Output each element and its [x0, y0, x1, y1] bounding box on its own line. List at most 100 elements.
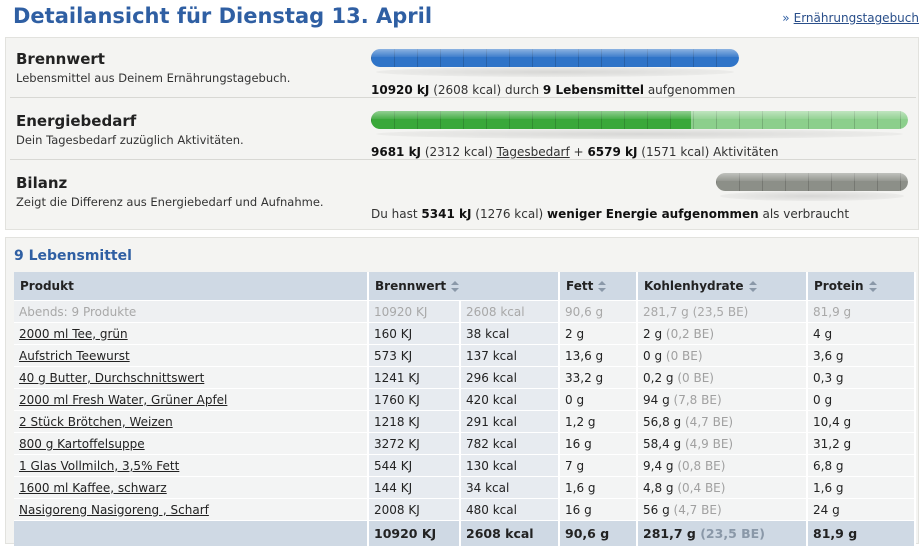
diary-link-text[interactable]: Ernährungstagebuch	[794, 11, 919, 25]
foods-title: 9 Lebensmittel	[14, 248, 132, 264]
column-header-kohlenhydrate[interactable]: Kohlenhydrate	[637, 272, 807, 301]
food-protein: 1,6 g	[807, 477, 915, 499]
total-kh: 281,7 g (23,5 BE)	[637, 521, 807, 546]
food-be: (0 BE)	[677, 371, 714, 385]
sort-icon	[451, 281, 459, 292]
food-kj: 1241 KJ	[368, 367, 460, 389]
food-kcal: 420 kcal	[460, 389, 559, 411]
food-kh: 0,2 g (0 BE)	[637, 367, 807, 389]
food-protein: 3,6 g	[807, 345, 915, 367]
food-kh: 2 g (0,2 BE)	[637, 323, 807, 345]
food-fett: 33,2 g	[559, 367, 637, 389]
energiebedarf-bar	[371, 111, 908, 129]
food-kj: 2008 KJ	[368, 499, 460, 521]
food-fett: 13,6 g	[559, 345, 637, 367]
food-link[interactable]: 40 g Butter, Durchschnittswert	[19, 371, 204, 385]
food-protein: 0,3 g	[807, 367, 915, 389]
energiebedarf-act-label: Aktivitäten	[713, 145, 778, 159]
group-kj: 10920 KJ	[368, 301, 460, 323]
group-protein: 81,9 g	[807, 301, 915, 323]
sort-icon	[869, 281, 877, 292]
food-fett: 7 g	[559, 455, 637, 477]
food-protein: 4 g	[807, 323, 915, 345]
bar-gloss	[716, 173, 908, 181]
brennwert-kj: 10920 kJ	[371, 83, 429, 97]
food-name-cell: 2000 ml Tee, grün	[14, 323, 368, 345]
bilanz-suffix: als verbraucht	[762, 207, 849, 221]
food-name-cell: 1600 ml Kaffee, schwarz	[14, 477, 368, 499]
food-link[interactable]: 800 g Kartoffelsuppe	[19, 437, 145, 451]
table-row: 2000 ml Fresh Water, Grüner Apfel 1760 KJ…	[14, 389, 915, 411]
column-header-brennwert[interactable]: Brennwert	[368, 272, 559, 301]
foods-table: Produkt Brennwert Fett Kohlenhydrate Pro…	[14, 272, 916, 546]
brennwert-info: 10920 kJ (2608 kcal) durch 9 Lebensmitte…	[371, 83, 735, 97]
food-kj: 1760 KJ	[368, 389, 460, 411]
bar-gloss	[371, 49, 739, 57]
page-header: Detailansicht für Dienstag 13. April »Er…	[0, 0, 919, 36]
energiebedarf-title: Energiebedarf	[16, 112, 136, 130]
column-header-fett[interactable]: Fett	[559, 272, 637, 301]
food-kj: 3272 KJ	[368, 433, 460, 455]
bar-shadow	[720, 191, 904, 201]
bar-shadow	[376, 129, 903, 139]
food-be: (0,2 BE)	[666, 327, 714, 341]
energiebedarf-description: Dein Tagesbedarf zuzüglich Aktivitäten.	[16, 133, 244, 147]
food-kh: 0 g (0 BE)	[637, 345, 807, 367]
food-protein: 6,8 g	[807, 455, 915, 477]
bilanz-bar	[716, 173, 908, 191]
food-be: (4,7 BE)	[685, 415, 733, 429]
table-header: Produkt Brennwert Fett Kohlenhydrate Pro…	[14, 272, 915, 301]
brennwert-mid: durch	[505, 83, 539, 97]
divider	[10, 97, 916, 98]
brennwert-kcal: (2608 kcal)	[433, 83, 501, 97]
food-kcal: 137 kcal	[460, 345, 559, 367]
food-link[interactable]: 2000 ml Fresh Water, Grüner Apfel	[19, 393, 227, 407]
energiebedarf-act-kcal: (1571 kcal)	[641, 145, 709, 159]
bar-gloss	[371, 111, 908, 119]
food-link[interactable]: Nasigoreng Nasigoreng , Scharf	[19, 503, 209, 517]
food-kcal: 291 kcal	[460, 411, 559, 433]
brennwert-description: Lebensmittel aus Deinem Ernährungstagebu…	[16, 71, 290, 85]
food-fett: 2 g	[559, 323, 637, 345]
food-name-cell: 2 Stück Brötchen, Weizen	[14, 411, 368, 433]
group-name: Abends: 9 Produkte	[14, 301, 368, 323]
summary-row-energiebedarf: Energiebedarf Dein Tagesbedarf zuzüglich…	[6, 100, 916, 160]
column-header-protein[interactable]: Protein	[807, 272, 915, 301]
food-link[interactable]: 1600 ml Kaffee, schwarz	[19, 481, 167, 495]
food-kj: 1218 KJ	[368, 411, 460, 433]
food-kh: 56 g (4,7 BE)	[637, 499, 807, 521]
group-fett: 90,6 g	[559, 301, 637, 323]
page-title: Detailansicht für Dienstag 13. April	[13, 4, 432, 28]
brennwert-bar	[371, 49, 739, 67]
food-name-cell: 40 g Butter, Durchschnittswert	[14, 367, 368, 389]
energy-summary: Brennwert Lebensmittel aus Deinem Ernähr…	[5, 37, 919, 230]
summary-row-bilanz: Bilanz Zeigt die Differenz aus Energiebe…	[6, 162, 916, 228]
bilanz-kcal: (1276 kcal)	[475, 207, 543, 221]
food-link[interactable]: Aufstrich Teewurst	[19, 349, 130, 363]
food-link[interactable]: 2000 ml Tee, grün	[19, 327, 128, 341]
food-kj: 144 KJ	[368, 477, 460, 499]
food-kh: 94 g (7,8 BE)	[637, 389, 807, 411]
column-header-produkt[interactable]: Produkt	[14, 272, 368, 301]
food-protein: 10,4 g	[807, 411, 915, 433]
food-name-cell: Aufstrich Teewurst	[14, 345, 368, 367]
energiebedarf-base-kj: 9681 kJ	[371, 145, 421, 159]
food-link[interactable]: 1 Glas Vollmilch, 3,5% Fett	[19, 459, 179, 473]
food-protein: 31,2 g	[807, 433, 915, 455]
total-protein: 81,9 g	[807, 521, 915, 546]
food-be: (0,4 BE)	[677, 481, 725, 495]
food-kcal: 34 kcal	[460, 477, 559, 499]
tagesbedarf-link[interactable]: Tagesbedarf	[497, 145, 570, 159]
diary-link[interactable]: »Ernährungstagebuch	[782, 11, 919, 25]
food-fett: 0 g	[559, 389, 637, 411]
total-be: (23,5 BE)	[700, 526, 765, 541]
brennwert-count: 9 Lebensmittel	[543, 83, 644, 97]
total-kj: 10920 KJ	[368, 521, 460, 546]
food-fett: 16 g	[559, 433, 637, 455]
bilanz-emph: weniger Energie aufgenommen	[547, 207, 759, 221]
food-link[interactable]: 2 Stück Brötchen, Weizen	[19, 415, 173, 429]
food-kcal: 782 kcal	[460, 433, 559, 455]
food-kcal: 38 kcal	[460, 323, 559, 345]
group-kh: 281,7 g (23,5 BE)	[637, 301, 807, 323]
food-be: (0 BE)	[666, 349, 703, 363]
